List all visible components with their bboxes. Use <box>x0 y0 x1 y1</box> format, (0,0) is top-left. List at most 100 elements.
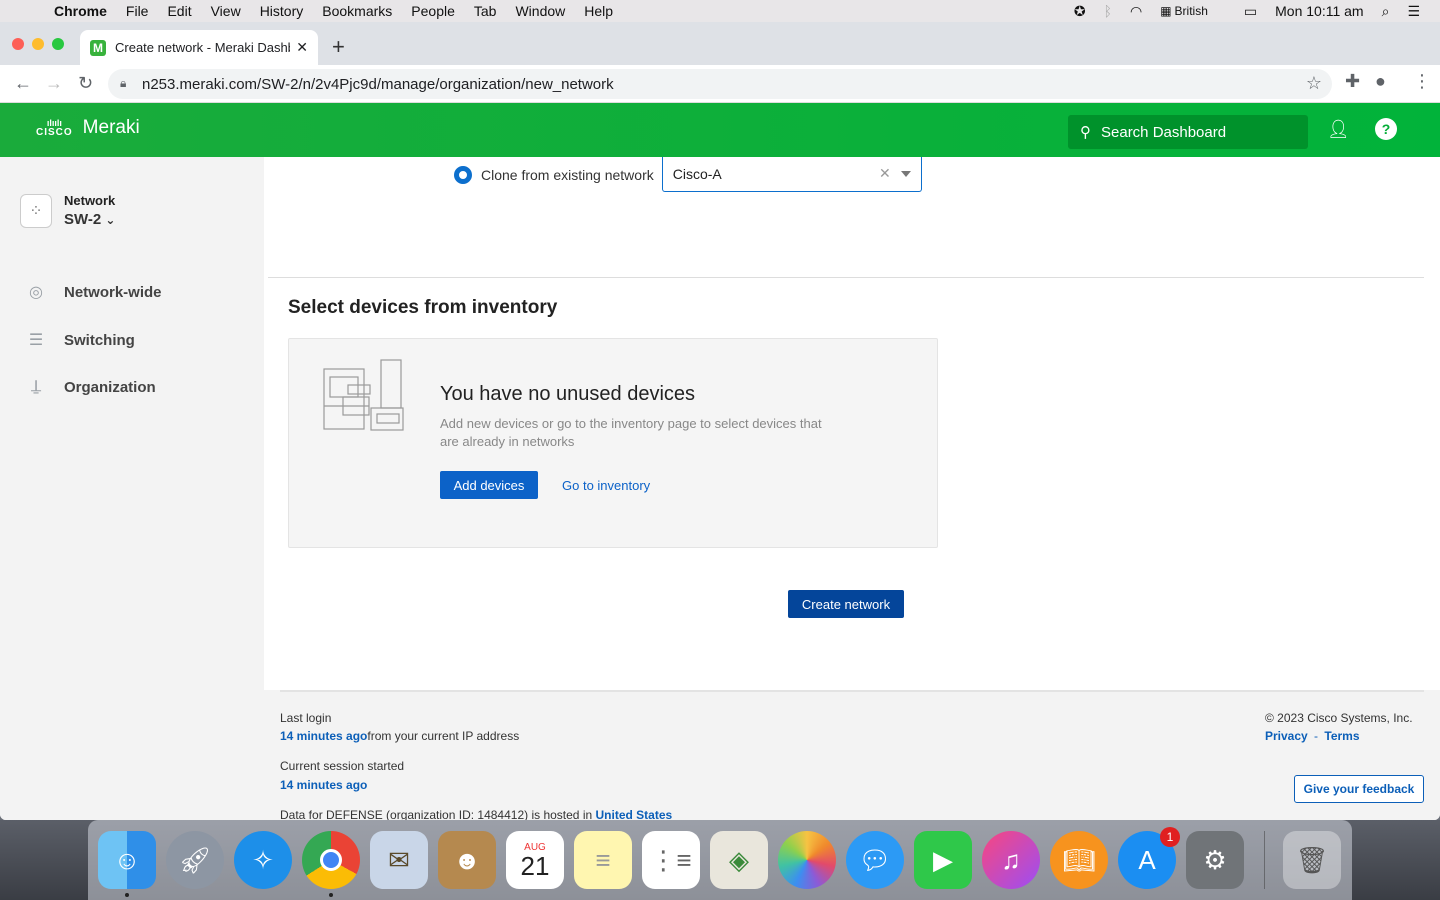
browser-toolbar: ← → ↻ 🔒︎ n253.meraki.com/SW-2/n/2v4Pjc9d… <box>0 65 1440 103</box>
privacy-link[interactable]: Privacy <box>1265 729 1308 743</box>
forward-icon[interactable]: → <box>45 73 63 94</box>
footer-divider <box>280 690 1424 692</box>
clone-label[interactable]: Clone from existing network <box>481 167 654 183</box>
sidebar-item-organization[interactable]: ⍊ Organization <box>24 378 155 396</box>
address-bar[interactable]: 🔒︎ n253.meraki.com/SW-2/n/2v4Pjc9d/manag… <box>108 69 1332 99</box>
sidebar: ⁘ Network SW-2 ⌄ ◎ Network-wide ☰ Switch… <box>0 157 264 677</box>
network-selector[interactable]: ⁘ Network SW-2 ⌄ <box>20 193 115 228</box>
reload-icon[interactable]: ↻ <box>78 73 93 94</box>
trash-icon[interactable]: 🗑︎ <box>1283 831 1341 889</box>
section-title: Select devices from inventory <box>288 297 558 318</box>
wifi-icon[interactable]: ◠ <box>1130 3 1142 20</box>
user-account-icon[interactable]: 👤︎ <box>1327 118 1350 140</box>
dock: ☺ 🚀︎ ✧ ✉ ☻ AUG 21 ≡ ⋮≡ ◈ 💬︎ ▶ ♫ 📖︎ A1 ⚙ 🗑… <box>88 820 1352 900</box>
running-indicator <box>329 893 333 897</box>
menu-tab[interactable]: Tab <box>474 3 497 19</box>
menu-help[interactable]: Help <box>584 3 613 19</box>
last-login-suffix: from your current IP address <box>367 729 520 743</box>
session-time[interactable]: 14 minutes ago <box>280 778 367 792</box>
globe-icon: ◎ <box>29 284 43 301</box>
meraki-logo[interactable]: ılıılı CISCO Meraki <box>36 117 140 139</box>
new-tab-button[interactable]: + <box>332 34 345 60</box>
menu-bookmarks[interactable]: Bookmarks <box>322 3 392 19</box>
chrome-icon[interactable] <box>302 831 360 897</box>
bookmark-star-icon[interactable]: ☆ <box>1306 73 1322 94</box>
maps-icon[interactable]: ◈ <box>710 831 768 889</box>
calendar-icon[interactable]: AUG 21 <box>506 831 564 889</box>
window-controls <box>12 38 72 50</box>
spotlight-icon[interactable]: ⌕ <box>1382 3 1390 20</box>
inventory-boxes-icon <box>323 359 404 431</box>
photos-icon[interactable] <box>778 831 836 889</box>
contacts-icon[interactable]: ☻ <box>438 831 496 889</box>
finder-icon[interactable]: ☺ <box>98 831 156 897</box>
app-store-icon[interactable]: A1 <box>1118 827 1180 889</box>
launchpad-icon[interactable]: 🚀︎ <box>166 831 224 889</box>
close-window-button[interactable] <box>12 38 24 50</box>
control-center-icon[interactable]: ☰ <box>1407 3 1420 20</box>
dropdown-caret-icon[interactable] <box>900 171 911 177</box>
search-dashboard-input[interactable]: ⚲ Search Dashboard <box>1068 115 1308 149</box>
clone-network-select[interactable]: Cisco-A ✕ <box>661 157 922 192</box>
empty-inventory-card: You have no unused devices Add new devic… <box>288 338 938 548</box>
reminders-icon[interactable]: ⋮≡ <box>642 831 700 889</box>
menu-people[interactable]: People <box>411 3 455 19</box>
data-region-link[interactable]: United States <box>596 808 673 820</box>
sidebar-item-network-wide[interactable]: ◎ Network-wide <box>24 282 162 302</box>
switch-icon: ☰ <box>28 332 44 349</box>
books-icon[interactable]: 📖︎ <box>1050 831 1108 889</box>
tab-active[interactable]: M Create network - Meraki Dashboard ✕ <box>80 30 318 65</box>
itunes-icon[interactable]: ♫ <box>982 831 1040 889</box>
notes-icon[interactable]: ≡ <box>574 831 632 889</box>
session-info: 14 minutes ago <box>280 778 367 792</box>
bluetooth-icon[interactable]: ᛒ <box>1104 3 1112 19</box>
menu-file[interactable]: File <box>126 3 149 19</box>
input-source[interactable]: ▦ British <box>1160 4 1226 18</box>
legal-links: Privacy - Terms <box>1265 729 1360 743</box>
menu-window[interactable]: Window <box>515 3 565 19</box>
status-app-icon[interactable]: ✪ <box>1074 3 1086 20</box>
create-network-button[interactable]: Create network <box>788 590 904 618</box>
extensions-icon[interactable]: ✚ <box>1345 71 1360 92</box>
sidebar-item-label: Network-wide <box>64 283 162 301</box>
profile-icon[interactable]: ● <box>1375 71 1386 92</box>
network-icon: ⁘ <box>20 193 52 228</box>
go-to-inventory-link[interactable]: Go to inventory <box>562 478 650 493</box>
lock-icon[interactable]: 🔒︎ <box>120 76 126 91</box>
flag-icon: ▦ <box>1160 4 1172 18</box>
clock[interactable]: Mon 10:11 am <box>1275 3 1363 19</box>
tab-title: Create network - Meraki Dashboard <box>115 40 290 55</box>
last-login-time[interactable]: 14 minutes ago <box>280 729 367 743</box>
menu-history[interactable]: History <box>260 3 304 19</box>
battery-icon[interactable]: ▭ <box>1244 3 1257 20</box>
zoom-window-button[interactable] <box>52 38 64 50</box>
empty-state-description: Add new devices or go to the inventory p… <box>440 416 822 449</box>
facetime-icon[interactable]: ▶ <box>914 831 972 889</box>
add-devices-button[interactable]: Add devices <box>440 471 538 499</box>
menu-view[interactable]: View <box>211 3 241 19</box>
network-label: Network <box>64 193 116 208</box>
data-hosting-text: Data for DEFENSE (organization ID: 14844… <box>280 808 596 820</box>
back-icon[interactable]: ← <box>14 73 32 94</box>
search-placeholder: Search Dashboard <box>1101 123 1227 141</box>
clone-option: Clone from existing network Cisco-A ✕ <box>454 157 922 192</box>
mail-icon[interactable]: ✉ <box>370 831 428 889</box>
clear-icon[interactable]: ✕ <box>879 165 891 182</box>
give-feedback-button[interactable]: Give your feedback <box>1294 775 1424 803</box>
terms-link[interactable]: Terms <box>1324 729 1359 743</box>
network-name-text: SW-2 <box>64 211 102 228</box>
sidebar-item-label: Switching <box>64 331 135 349</box>
safari-icon[interactable]: ✧ <box>234 831 292 889</box>
menu-edit[interactable]: Edit <box>167 3 191 19</box>
chrome-menu-icon[interactable]: ⋮ <box>1413 71 1431 92</box>
help-icon[interactable]: ? <box>1375 118 1397 140</box>
network-name: SW-2 ⌄ <box>64 211 115 228</box>
system-preferences-icon[interactable]: ⚙ <box>1186 831 1244 889</box>
menu-app-name[interactable]: Chrome <box>54 3 107 19</box>
close-tab-icon[interactable]: ✕ <box>296 39 308 56</box>
minimize-window-button[interactable] <box>32 38 44 50</box>
last-login-label: Last login <box>280 711 332 725</box>
messages-icon[interactable]: 💬︎ <box>846 831 904 889</box>
sidebar-item-switching[interactable]: ☰ Switching <box>24 330 135 350</box>
clone-radio[interactable] <box>454 165 472 184</box>
